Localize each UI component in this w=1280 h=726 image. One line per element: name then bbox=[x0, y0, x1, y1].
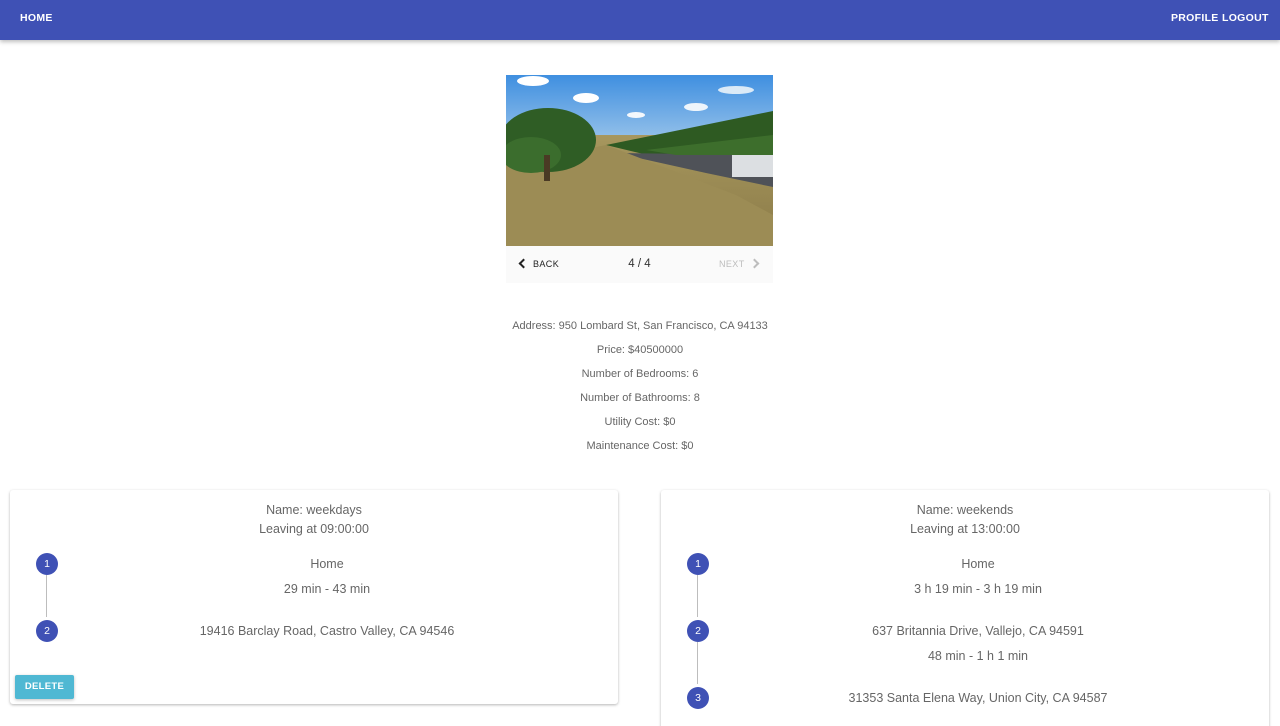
commute-name: Name: weekdays bbox=[266, 503, 362, 517]
stop-label: 637 Britannia Drive, Vallejo, CA 94591 bbox=[872, 624, 1084, 638]
step-connector bbox=[697, 642, 698, 684]
travel-duration: 3 h 19 min - 3 h 19 min bbox=[914, 582, 1042, 596]
property-details: Address: 950 Lombard St, San Francisco, … bbox=[440, 314, 840, 458]
step-number-badge: 3 bbox=[687, 687, 709, 709]
travel-duration: 48 min - 1 h 1 min bbox=[927, 649, 1029, 663]
commute-name: Name: weekends bbox=[916, 503, 1014, 517]
logout-button[interactable]: LOGOUT bbox=[1222, 0, 1269, 40]
next-button[interactable]: NEXT bbox=[719, 246, 760, 283]
step-number-badge: 1 bbox=[687, 553, 709, 575]
home-button[interactable]: HOME bbox=[20, 0, 53, 40]
property-photo bbox=[506, 75, 773, 246]
bathrooms-text: Number of Bathrooms: 8 bbox=[580, 392, 700, 404]
step-number-badge: 2 bbox=[36, 620, 58, 642]
commute-leaving-time: Leaving at 09:00:00 bbox=[259, 522, 369, 536]
stop-label: Home bbox=[310, 557, 344, 571]
maintenance-cost-text: Maintenance Cost: $0 bbox=[586, 440, 694, 452]
app-bar: HOME PROFILE LOGOUT bbox=[0, 0, 1280, 40]
commute-card: Name: weekends Leaving at 13:00:00 1 Hom… bbox=[661, 490, 1269, 726]
delete-button[interactable]: DELETE bbox=[15, 675, 74, 699]
chevron-right-icon bbox=[749, 258, 760, 269]
price-text: Price: $40500000 bbox=[596, 344, 684, 356]
step-number-badge: 1 bbox=[36, 553, 58, 575]
commute-card: Name: weekdays Leaving at 09:00:00 1 Hom… bbox=[10, 490, 618, 704]
photo-gallery: BACK 4 / 4 NEXT bbox=[506, 75, 773, 283]
step-connector bbox=[697, 575, 698, 617]
stop-label: Home bbox=[961, 557, 995, 571]
utility-cost-text: Utility Cost: $0 bbox=[604, 416, 676, 428]
step-number-badge: 2 bbox=[687, 620, 709, 642]
commute-leaving-time: Leaving at 13:00:00 bbox=[910, 522, 1020, 536]
travel-duration: 29 min - 43 min bbox=[283, 582, 371, 596]
profile-button[interactable]: PROFILE bbox=[1171, 0, 1219, 40]
stop-label: 19416 Barclay Road, Castro Valley, CA 94… bbox=[199, 624, 455, 638]
bedrooms-text: Number of Bedrooms: 6 bbox=[581, 368, 699, 380]
address-text: Address: 950 Lombard St, San Francisco, … bbox=[512, 320, 768, 332]
gallery-stepper: BACK 4 / 4 NEXT bbox=[506, 246, 773, 283]
next-label: NEXT bbox=[719, 259, 745, 269]
stop-label: 31353 Santa Elena Way, Union City, CA 94… bbox=[848, 691, 1108, 705]
step-connector bbox=[46, 575, 47, 617]
